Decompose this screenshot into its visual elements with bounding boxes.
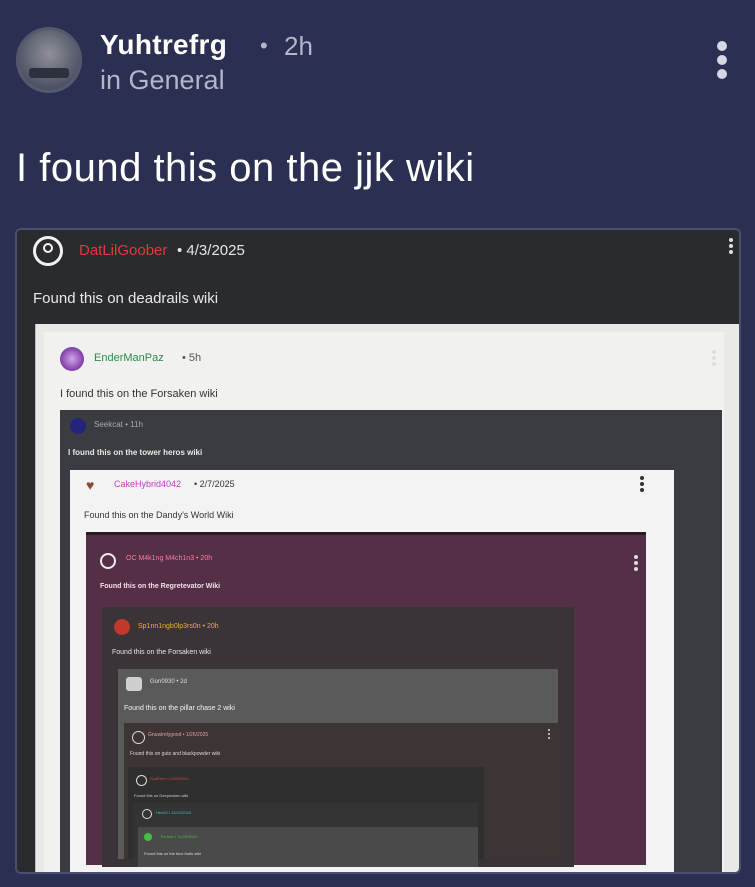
nested-text: I found this on the Forsaken wiki <box>60 388 218 400</box>
more-options-icon <box>729 238 735 256</box>
nested-post: Gnuwirelygood • 1/26/2025 Found this on … <box>124 723 558 867</box>
user-circle-icon <box>100 553 116 569</box>
nested-text: Found this on the Regretevator Wiki <box>100 583 221 590</box>
nested-username: EnderManPaz <box>94 352 164 364</box>
user-circle-icon <box>136 775 147 786</box>
nested-username: Tro.bee • 11/25/2024 <box>160 834 197 839</box>
nested-text: Found this on the blox fruits wiki <box>144 851 201 856</box>
heart-icon: ♥ <box>86 477 95 493</box>
nested-text: Found this on guts and blackpowder wiki <box>130 751 221 757</box>
more-options-icon <box>640 476 644 494</box>
avatar <box>126 677 142 691</box>
nested-username: DatLilGoober <box>79 242 168 259</box>
nested-post: Gon0930 • 2d Found this on the pillar ch… <box>118 669 558 867</box>
nested-text: I found this on the tower heros wiki <box>68 448 203 457</box>
avatar <box>60 347 84 371</box>
nested-username: Gnuwirelygood • 1/26/2025 <box>148 732 209 738</box>
nested-date: • 4/3/2025 <box>177 242 245 259</box>
more-options-icon <box>712 350 716 368</box>
nested-text: Found this on the Forsaken wiki <box>112 649 211 656</box>
post-image[interactable]: DatLilGoober • 4/3/2025 Found this on de… <box>15 228 741 874</box>
avatar <box>70 418 86 434</box>
nested-text: Found this on Deepwoken wiki <box>134 793 189 798</box>
more-options-icon <box>634 555 638 573</box>
avatar <box>114 619 130 635</box>
nested-post-card: EnderManPaz • 5h I found this on the For… <box>44 332 724 872</box>
user-circle-icon <box>132 731 145 744</box>
post-timestamp: 2h <box>284 31 313 61</box>
nested-username: CakeHybrid4042 <box>114 479 182 489</box>
nested-post: Sp1nn1ngb0lp3rs0n • 20h Found this on th… <box>102 607 574 867</box>
nested-post: EnderManPaz • 5h I found this on the For… <box>35 324 739 872</box>
nested-username: Sp1nn1ngb0lp3rs0n • 20h <box>138 623 219 630</box>
nested-date: • 2/7/2025 <box>194 479 235 489</box>
nested-time: • 5h <box>182 352 202 364</box>
nested-text: Found this on deadrails wiki <box>33 290 219 307</box>
meta-separator: • <box>260 33 268 58</box>
nested-post-header: DatLilGoober • 4/3/2025 Found this on de… <box>17 230 739 324</box>
nested-username: OC M4k1ng M4ch1n3 • 20h <box>126 555 213 562</box>
nested-text: Found this on the pillar chase 2 wiki <box>124 705 235 712</box>
nested-post: ScaFeet • 12/29/2024 Found this on Deepw… <box>128 767 484 867</box>
nested-post: Tro.bee • 11/25/2024 Found this on the b… <box>138 827 478 867</box>
user-circle-icon <box>142 809 152 819</box>
more-options-icon <box>548 729 552 741</box>
post-community[interactable]: in General <box>100 65 225 96</box>
nested-username: Gon0930 • 2d <box>150 679 187 685</box>
nested-post: Hex20 • 12/12/2024 Tro.bee • 11/25/2024 … <box>134 803 478 867</box>
nested-post: OC M4k1ng M4ch1n3 • 20h Found this on th… <box>86 532 646 867</box>
nested-text: Found this on the Dandy's World Wiki <box>84 510 234 520</box>
nested-username: ScaFeet • 12/29/2024 <box>150 776 189 781</box>
avatar <box>144 833 152 841</box>
post-title: I found this on the jjk wiki <box>16 146 475 190</box>
nested-post: Seekcat • 11h I found this on the tower … <box>60 410 722 872</box>
user-circle-icon <box>33 236 63 266</box>
post-username[interactable]: Yuhtrefrg <box>100 29 227 61</box>
avatar[interactable] <box>16 27 82 93</box>
nested-username: Seekcat • 11h <box>94 420 143 429</box>
nested-username: Hex20 • 12/12/2024 <box>156 810 192 815</box>
more-options-icon[interactable] <box>710 41 734 85</box>
nested-post: ♥ CakeHybrid4042 • 2/7/2025 Found this o… <box>70 470 674 872</box>
post-header: Yuhtrefrg • 2h in General <box>16 27 739 97</box>
